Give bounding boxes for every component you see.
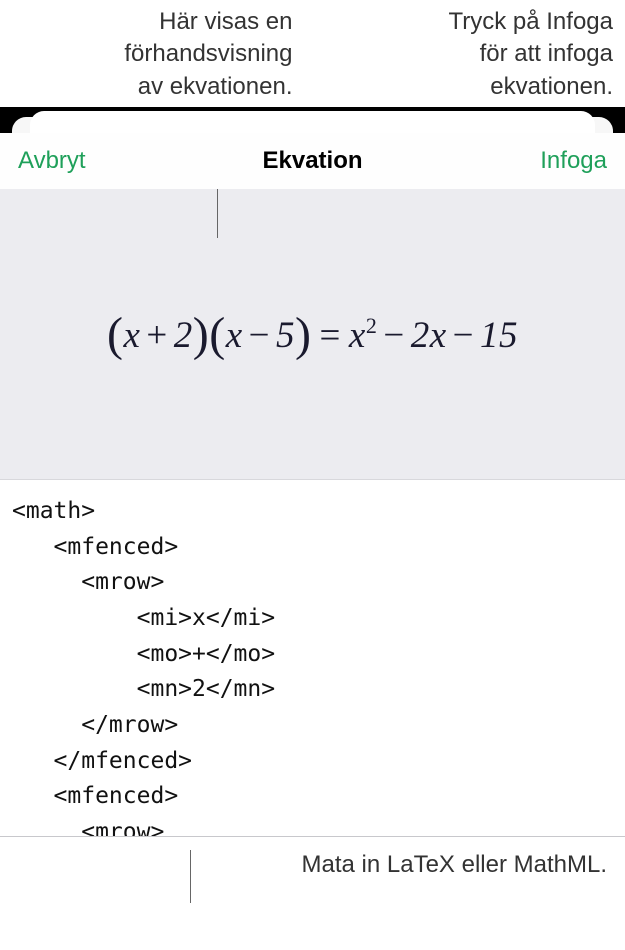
equation-rendered: (x+2)(x−5)=x2−2x−15 [107, 307, 518, 362]
window-chrome [0, 107, 625, 133]
callout-input: Mata in LaTeX eller MathML. [0, 837, 625, 879]
cancel-button[interactable]: Avbryt [18, 147, 86, 175]
callout-line [190, 850, 191, 903]
callout-insert: Tryck på Infogaför att infogaekvationen. [333, 6, 614, 103]
callout-preview: Här visas enförhandsvisningav ekvationen… [12, 6, 293, 103]
insert-button[interactable]: Infoga [540, 147, 607, 175]
code-editor[interactable]: <math> <mfenced> <mrow> <mi>x</mi> <mo>+… [0, 479, 625, 836]
toolbar: Avbryt Ekvation Infoga [0, 133, 625, 189]
dialog-title: Ekvation [262, 147, 362, 175]
equation-preview: (x+2)(x−5)=x2−2x−15 [0, 189, 625, 479]
